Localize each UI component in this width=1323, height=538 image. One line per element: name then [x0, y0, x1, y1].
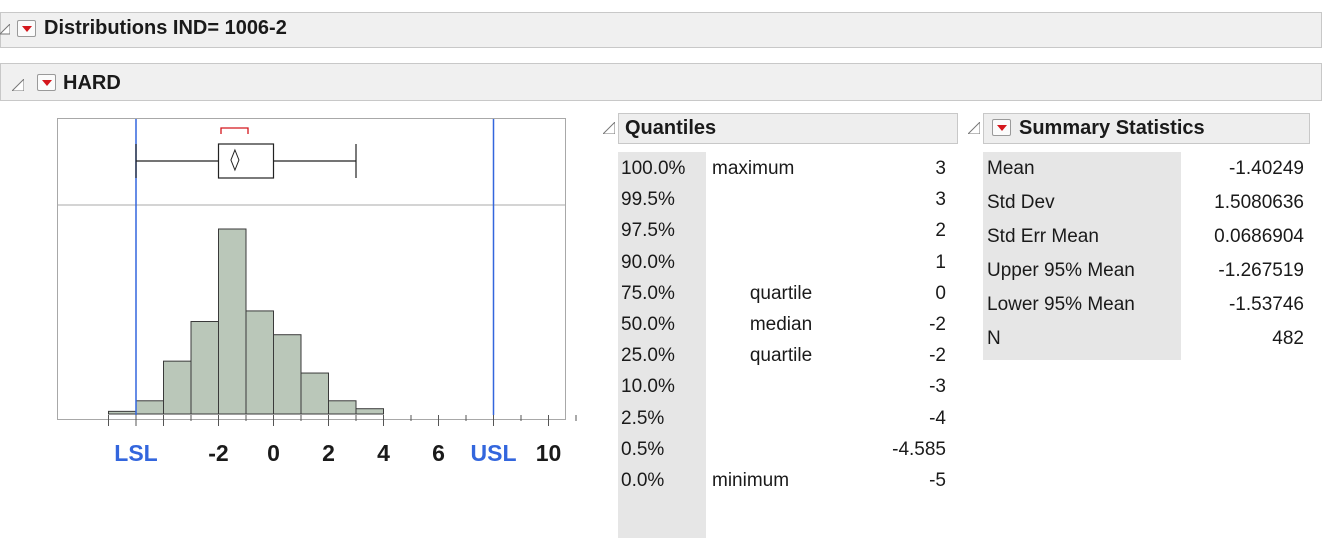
quantile-label: quartile [749, 345, 813, 367]
histogram-bar [273, 334, 302, 415]
histogram-bar [300, 372, 329, 415]
histogram-bar [190, 321, 219, 415]
quantile-percent: 99.5% [621, 189, 675, 211]
summary-stat-value: -1.40249 [1228, 158, 1304, 179]
histogram-bar [163, 360, 192, 415]
quantiles-title-label: Quantiles [625, 117, 717, 139]
summary-stat-label: N [987, 328, 1001, 349]
axis-tick-label: USL [470, 440, 517, 466]
shortest-half-bracket [220, 127, 249, 134]
quantile-value: -2 [929, 314, 946, 335]
histogram-bar [328, 400, 357, 415]
quantile-value: 3 [935, 158, 946, 179]
summary-stat-value: 0.0686904 [1214, 226, 1304, 247]
red-triangle-menu-icon[interactable] [992, 119, 1011, 136]
summary-stat-value: -1.53746 [1228, 294, 1304, 315]
histogram-chart [58, 119, 577, 426]
summary-stat-value: 1.5080636 [1214, 192, 1304, 213]
quantile-percent: 0.5% [621, 438, 665, 460]
quantile-percent: 97.5% [621, 220, 675, 242]
quantile-value: 1 [935, 251, 946, 273]
axis-tick-label: 10 [535, 440, 562, 466]
summary-stat-value: -1.267519 [1218, 260, 1304, 281]
histogram-bar [108, 410, 137, 415]
quantile-percent: 100.0% [621, 158, 686, 179]
histogram-bar [355, 408, 384, 415]
quantile-label: quartile [749, 282, 813, 304]
disclosure-triangle-icon[interactable] [968, 122, 980, 134]
histogram-bar [245, 310, 274, 415]
summary-stat-label: Std Dev [987, 192, 1055, 213]
quantile-value: 0 [935, 282, 946, 304]
summary-statistics-title-label: Summary Statistics [1019, 117, 1205, 139]
quantile-value: 3 [935, 189, 946, 211]
summary-stat-label: Lower 95% Mean [987, 294, 1135, 315]
summary-stat-value: 482 [1272, 328, 1304, 349]
quantile-percent: 10.0% [621, 376, 675, 398]
axis-tick-label: 6 [432, 440, 445, 466]
quantile-value: -5 [929, 470, 946, 491]
quantile-percent: 2.5% [621, 407, 665, 429]
axis-tick-label: 4 [377, 440, 390, 466]
axis-tick-label: 2 [322, 440, 335, 466]
quantile-percent: 0.0% [621, 470, 665, 491]
summary-statistics-title[interactable]: Summary Statistics [983, 113, 1310, 144]
quantile-value: -4 [929, 407, 946, 429]
quantile-label: maximum [712, 158, 795, 179]
axis-tick-label: -2 [208, 440, 229, 466]
quantile-percent: 75.0% [621, 282, 675, 304]
disclosure-triangle-icon[interactable] [603, 122, 615, 134]
quantile-value: 2 [935, 220, 946, 242]
boxplot-box [217, 143, 275, 179]
histogram-bar [218, 228, 247, 415]
summary-stat-label: Mean [987, 158, 1035, 179]
summary-stat-label: Std Err Mean [987, 226, 1099, 247]
axis-tick-label: 0 [267, 440, 280, 466]
summary-label-column [983, 152, 1181, 360]
quantile-value: -3 [929, 376, 946, 398]
quantile-value: -4.585 [892, 438, 946, 460]
quantiles-title[interactable]: Quantiles [618, 113, 958, 144]
axis-tick-label: LSL [114, 440, 158, 466]
summary-stat-label: Upper 95% Mean [987, 260, 1135, 281]
quantile-percent: 90.0% [621, 251, 675, 273]
quantile-percent: 25.0% [621, 345, 675, 367]
quantile-label: minimum [712, 470, 790, 491]
histogram-bar [135, 400, 164, 415]
quantile-percent: 50.0% [621, 314, 675, 335]
quantile-value: -2 [929, 345, 946, 367]
quantile-label: median [749, 314, 813, 335]
